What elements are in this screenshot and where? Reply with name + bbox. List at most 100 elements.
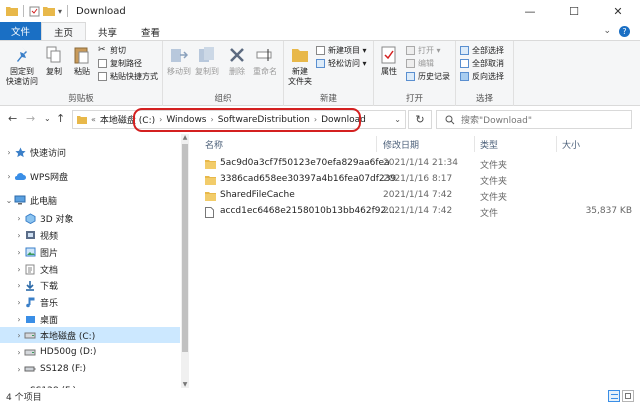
column-header-size[interactable]: 大小 <box>562 138 580 151</box>
expand-chevron-icon[interactable]: › <box>14 214 24 223</box>
column-header-type[interactable]: 类型 <box>480 138 498 151</box>
refresh-button[interactable]: ↻ <box>408 110 432 129</box>
file-type: 文件 <box>480 209 499 219</box>
invert-selection-label: 反向选择 <box>472 72 504 81</box>
easy-access-button[interactable]: 轻松访问 ▾ <box>316 58 367 69</box>
search-input[interactable]: 搜索"Download" <box>436 110 632 129</box>
expand-chevron-icon[interactable]: ⌄ <box>4 196 14 205</box>
expand-chevron-icon[interactable]: › <box>14 331 24 340</box>
rename-button[interactable]: 重命名 <box>253 44 277 77</box>
address-row: ← → ⌄ ↑ « 本地磁盘 (C:) › Windows › Software… <box>0 106 640 132</box>
scroll-up-icon[interactable]: ▲ <box>181 134 189 141</box>
paste-shortcut-button[interactable]: 粘贴快捷方式 <box>98 71 158 82</box>
expand-chevron-icon[interactable]: › <box>14 248 24 257</box>
select-group-label: 选择 <box>475 94 493 104</box>
select-none-button[interactable]: 全部取消 <box>460 58 504 69</box>
expand-chevron-icon[interactable]: › <box>4 172 14 181</box>
edit-icon <box>406 59 415 68</box>
expand-chevron-icon[interactable]: › <box>14 281 24 290</box>
chevron-down-icon[interactable]: ▾ <box>58 7 62 16</box>
pin-quick-access-button[interactable]: 固定到 快速访问 <box>6 44 38 87</box>
details-view-button[interactable] <box>608 390 620 402</box>
new-item-icon <box>316 46 325 55</box>
column-divider[interactable] <box>556 136 557 152</box>
nav-item-label: 下载 <box>40 281 59 292</box>
nav-item[interactable]: › 3D 对象 <box>0 210 180 226</box>
new-folder-icon[interactable] <box>43 6 55 16</box>
tab-file[interactable]: 文件 <box>0 22 42 40</box>
column-header-date[interactable]: 修改日期 <box>383 138 419 151</box>
up-button[interactable]: ↑ <box>56 112 65 125</box>
download-icon <box>24 280 36 291</box>
table-row[interactable]: 5ac9d0a3cf7f50123e70efa829aa6fea 2021/1/1… <box>196 156 640 172</box>
invert-selection-button[interactable]: 反向选择 <box>460 71 504 82</box>
expand-chevron-icon[interactable]: › <box>14 348 24 357</box>
new-item-button[interactable]: 新建项目 ▾ <box>316 45 367 56</box>
nav-item[interactable]: › 视频 <box>0 227 180 243</box>
nav-item-label: 图片 <box>40 248 59 259</box>
nav-item[interactable]: › 本地磁盘 (C:) <box>0 327 180 343</box>
nav-item[interactable]: ⌄ 此电脑 <box>0 192 180 208</box>
column-header-name[interactable]: 名称 <box>205 138 223 151</box>
tab-home[interactable]: 主页 <box>41 22 87 40</box>
maximize-button[interactable]: ☐ <box>552 0 596 22</box>
cut-button[interactable]: ✂ 剪切 <box>98 45 126 56</box>
table-row[interactable]: accd1ec6468e2158010b13bb462f92... 2021/1/… <box>196 204 640 220</box>
expand-chevron-icon[interactable]: › <box>14 298 24 307</box>
table-row[interactable]: 3386cad658ee30397a4b16fea07df239 2021/1/1… <box>196 172 640 188</box>
new-folder-button[interactable]: 新建 文件夹 <box>288 44 312 87</box>
help-icon[interactable]: ? <box>619 25 630 37</box>
select-all-icon <box>460 46 469 55</box>
edit-label: 编辑 <box>418 59 434 68</box>
expand-chevron-icon[interactable]: › <box>14 265 24 274</box>
file-date: 2021/1/14 21:34 <box>383 158 458 168</box>
large-icons-view-button[interactable] <box>622 390 634 402</box>
move-to-button[interactable]: 移动到 <box>167 44 191 77</box>
tab-view[interactable]: 查看 <box>129 23 172 40</box>
forward-button[interactable]: → <box>26 112 35 125</box>
open-button[interactable]: 打开 ▾ <box>406 45 441 56</box>
nav-item[interactable]: › 图片 <box>0 244 180 260</box>
nav-item[interactable]: › SS128 (F:) <box>0 361 180 377</box>
copy-path-button[interactable]: 复制路径 <box>98 58 142 69</box>
quick-access-toolbar: ▾ <box>0 0 70 22</box>
scroll-down-icon[interactable]: ▼ <box>181 381 189 388</box>
chevron-down-icon[interactable]: ⌄ <box>603 26 611 36</box>
column-divider[interactable] <box>376 136 377 152</box>
close-button[interactable]: ✕ <box>596 0 640 22</box>
highlight-annotation <box>133 108 361 132</box>
scrollbar-thumb[interactable] <box>182 144 188 352</box>
expand-chevron-icon[interactable]: › <box>14 315 24 324</box>
pin-icon <box>17 47 27 62</box>
nav-item[interactable]: › WPS网盘 <box>0 168 180 184</box>
expand-chevron-icon[interactable]: › <box>4 148 14 157</box>
expand-chevron-icon[interactable]: › <box>14 231 24 240</box>
expand-chevron-icon[interactable]: › <box>14 365 24 374</box>
tab-share[interactable]: 共享 <box>86 23 129 40</box>
minimize-button[interactable]: — <box>508 0 552 22</box>
recent-locations-button[interactable]: ⌄ <box>44 114 51 123</box>
column-divider[interactable] <box>474 136 475 152</box>
nav-item[interactable]: › HD500g (D:) <box>0 344 180 360</box>
overflow-crumb[interactable]: « <box>91 115 96 124</box>
nav-item[interactable]: › 文档 <box>0 261 180 277</box>
paste-button[interactable]: 粘贴 <box>72 44 92 77</box>
table-row[interactable]: SharedFileCache 2021/1/14 7:42 文件夹 <box>196 188 640 204</box>
back-button[interactable]: ← <box>8 112 17 125</box>
chevron-down-icon[interactable]: ⌄ <box>394 115 401 124</box>
nav-scrollbar[interactable]: ▲ ▼ <box>181 134 189 388</box>
properties-button[interactable]: 属性 <box>379 44 399 77</box>
copy-to-button[interactable]: 复制到 <box>195 44 219 77</box>
ribbon-tabs: 文件 主页 共享 查看 ⌄ ? <box>0 22 640 40</box>
edit-button[interactable]: 编辑 <box>406 58 434 69</box>
select-all-button[interactable]: 全部选择 <box>460 45 504 56</box>
nav-item[interactable]: › 下载 <box>0 277 180 293</box>
star-icon <box>14 147 26 158</box>
properties-icon[interactable] <box>29 6 40 17</box>
delete-button[interactable]: 删除 <box>227 44 247 77</box>
copy-button[interactable]: 复制 <box>44 44 64 77</box>
nav-item[interactable]: › 音乐 <box>0 294 180 310</box>
history-button[interactable]: 历史记录 <box>406 71 450 82</box>
nav-item[interactable]: › 桌面 <box>0 311 180 327</box>
nav-item[interactable]: › 快速访问 <box>0 144 180 160</box>
